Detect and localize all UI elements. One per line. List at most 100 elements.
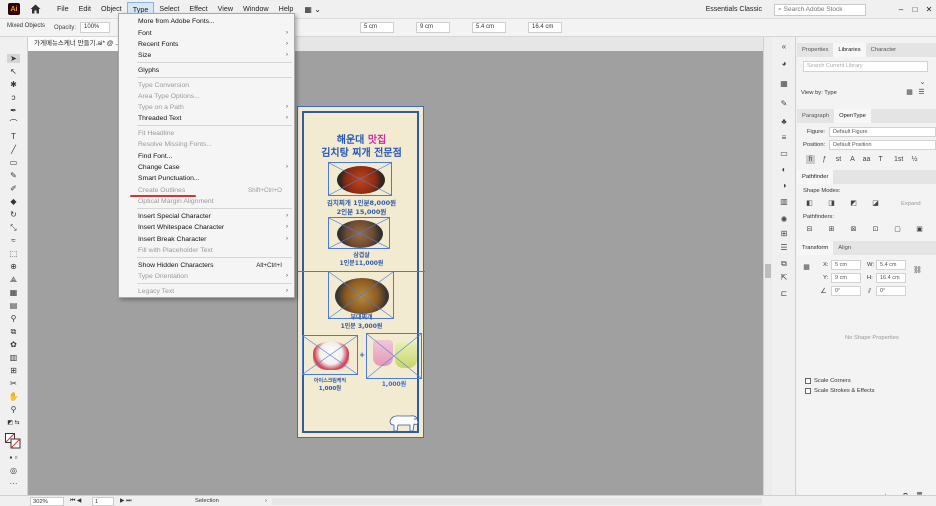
scale-tool-icon[interactable]: ⤡	[7, 223, 20, 232]
collapse-panels-icon[interactable]: «	[778, 42, 790, 52]
selection-tool-icon[interactable]: ➤	[7, 54, 20, 63]
pen-tool-icon[interactable]: ✒	[7, 106, 20, 115]
menu-insert-break-character[interactable]: Insert Break Character ›	[119, 234, 294, 245]
opentype-stylistic-button[interactable]: A	[848, 155, 857, 164]
menu-smart-punctuation[interactable]: Smart Punctuation...	[119, 173, 294, 184]
minus-back-icon[interactable]: ▣	[915, 225, 924, 234]
menu-insert-whitespace-character[interactable]: Insert Whitespace Character ›	[119, 222, 294, 233]
transparency-panel-icon[interactable]: ◐	[778, 165, 790, 175]
gradient-tool-icon[interactable]: ▤	[7, 301, 20, 310]
width-tool-icon[interactable]: ≈	[7, 236, 20, 245]
menu-legacy-text[interactable]: Legacy Text ›	[119, 286, 294, 297]
maximize-icon[interactable]: □	[908, 5, 922, 14]
free-transform-tool-icon[interactable]: ⬚	[7, 249, 20, 258]
menu-type-on-path[interactable]: Type on a Path ›	[119, 102, 294, 113]
tab-character[interactable]: Character	[866, 43, 901, 57]
artboard-nav-icon[interactable]: ⏮ ◀	[70, 497, 81, 506]
library-menu-icon[interactable]: ⌄	[918, 78, 927, 87]
menu-size[interactable]: Size ›	[119, 50, 294, 61]
home-icon[interactable]	[28, 2, 42, 16]
opentype-swash-button[interactable]: ƒ	[820, 155, 829, 164]
gradient-panel-icon[interactable]: ▭	[778, 149, 790, 159]
control-x-field[interactable]: 5 cm	[360, 22, 395, 33]
pork-belly-image[interactable]	[328, 217, 390, 249]
divide-icon[interactable]: ⊟	[805, 225, 814, 234]
x-field[interactable]: 5 cm	[831, 260, 861, 270]
menu-threaded-text[interactable]: Threaded Text ›	[119, 113, 294, 124]
reference-point-icon[interactable]: ▦	[802, 263, 811, 272]
workspace-switcher[interactable]: Essentials Classic	[706, 6, 762, 13]
blend-tool-icon[interactable]: ⧉	[7, 327, 20, 336]
artboards-panel-icon[interactable]: ⊞	[778, 229, 790, 239]
y-field[interactable]: 9 cm	[831, 273, 861, 283]
menu-more-adobe-fonts[interactable]: More from Adobe Fonts...	[119, 16, 294, 27]
opentype-ordinal-button[interactable]: 1st	[894, 155, 903, 164]
column-graph-tool-icon[interactable]: ▥	[7, 353, 20, 362]
scale-corners-checkbox[interactable]	[805, 378, 811, 384]
brushes-panel-icon[interactable]: ✎	[778, 99, 790, 109]
intersect-icon[interactable]: ◩	[849, 199, 858, 208]
opentype-fraction-button[interactable]: ½	[910, 155, 919, 164]
tab-align[interactable]: Align	[833, 241, 856, 255]
menu-recent-fonts[interactable]: Recent Fonts ›	[119, 39, 294, 50]
more-tools-icon[interactable]: ···	[7, 479, 20, 488]
menu-optical-margin-alignment[interactable]: Optical Margin Alignment	[119, 196, 294, 207]
opacity-field[interactable]: 100%	[80, 22, 111, 33]
view-by-dropdown[interactable]: View by: Type	[801, 90, 837, 96]
artboard[interactable]: 해운대 맛집 김치탕 찌개 전문점 김치찌개 1인분8,000원 2인분 15,…	[297, 106, 425, 438]
exclude-icon[interactable]: ◪	[871, 199, 880, 208]
vertical-scrollbar[interactable]	[763, 37, 772, 495]
type-tool-icon[interactable]: T	[7, 132, 20, 141]
tab-properties[interactable]: Properties	[797, 43, 833, 57]
merge-icon[interactable]: ⊠	[849, 225, 858, 234]
graphic-styles-icon[interactable]: ▥	[778, 197, 790, 207]
drinks-image[interactable]	[366, 333, 422, 379]
expand-button[interactable]: Expand	[901, 201, 921, 207]
opentype-contextual-button[interactable]: T	[876, 155, 885, 164]
swap-fill-stroke-icon[interactable]: ◩ ⇆	[7, 419, 20, 428]
control-h-field[interactable]: 16.4 cm	[528, 22, 563, 33]
magic-wand-tool-icon[interactable]: ✱	[7, 80, 20, 89]
crop-icon[interactable]: ⊡	[871, 225, 880, 234]
fill-stroke-swatch[interactable]	[5, 433, 21, 449]
line-tool-icon[interactable]: ╱	[7, 145, 20, 154]
h-field[interactable]: 16.4 cm	[876, 273, 906, 283]
shape-builder-tool-icon[interactable]: ⊕	[7, 262, 20, 271]
close-icon[interactable]: ✕	[922, 5, 936, 14]
artboard-tool-icon[interactable]: ⊞	[7, 366, 20, 375]
color-mode-icon[interactable]: ▪ ▫	[7, 453, 20, 462]
lasso-tool-icon[interactable]: ↄ	[7, 93, 20, 102]
w-field[interactable]: 5.4 cm	[876, 260, 906, 270]
tab-pathfinder[interactable]: Pathfinder	[797, 170, 834, 184]
status-arrow-icon[interactable]: ›	[265, 497, 267, 506]
links-panel-icon[interactable]: ⧉	[778, 259, 790, 269]
slice-tool-icon[interactable]: ✂	[7, 379, 20, 388]
rectangle-tool-icon[interactable]: ▭	[7, 158, 20, 167]
menu-file[interactable]: File	[52, 2, 74, 16]
export-icon[interactable]: ⇱	[778, 273, 790, 283]
symbols-panel-icon[interactable]: ♣	[778, 117, 790, 127]
minimize-icon[interactable]: –	[894, 5, 908, 14]
symbol-sprayer-tool-icon[interactable]: ✿	[7, 340, 20, 349]
position-select[interactable]: Default Position	[829, 140, 936, 150]
scroll-thumb[interactable]	[765, 264, 771, 278]
eyedropper-tool-icon[interactable]: ⚲	[7, 314, 20, 323]
search-stock-input[interactable]: ⌕ Search Adobe Stock	[774, 3, 866, 16]
tab-transform[interactable]: Transform	[797, 241, 834, 255]
ice-cream-cake-image[interactable]	[302, 335, 358, 375]
cow-illustration[interactable]	[384, 409, 420, 435]
figure-select[interactable]: Default Figure	[829, 127, 936, 137]
curvature-tool-icon[interactable]: ⌒	[7, 119, 20, 128]
rotate-tool-icon[interactable]: ↻	[7, 210, 20, 219]
asset-export-icon[interactable]: ✺	[778, 215, 790, 225]
grid-view-icon[interactable]: ▦	[905, 88, 914, 97]
control-w-field[interactable]: 5.4 cm	[472, 22, 507, 33]
menu-glyphs[interactable]: Glyphs	[119, 65, 294, 76]
document-tab[interactable]: 가게메뉴스케너 만들기.ai* @ ...	[28, 37, 128, 51]
zoom-tool-icon[interactable]: ⚲	[7, 405, 20, 414]
list-view-icon[interactable]: ☰	[917, 88, 926, 97]
color-guide-icon[interactable]: ▦	[778, 79, 790, 89]
menu-insert-special-character[interactable]: Insert Special Character ›	[119, 211, 294, 222]
opentype-titling-button[interactable]: aa	[862, 155, 871, 164]
opentype-ligature-button[interactable]: fi	[806, 155, 815, 164]
